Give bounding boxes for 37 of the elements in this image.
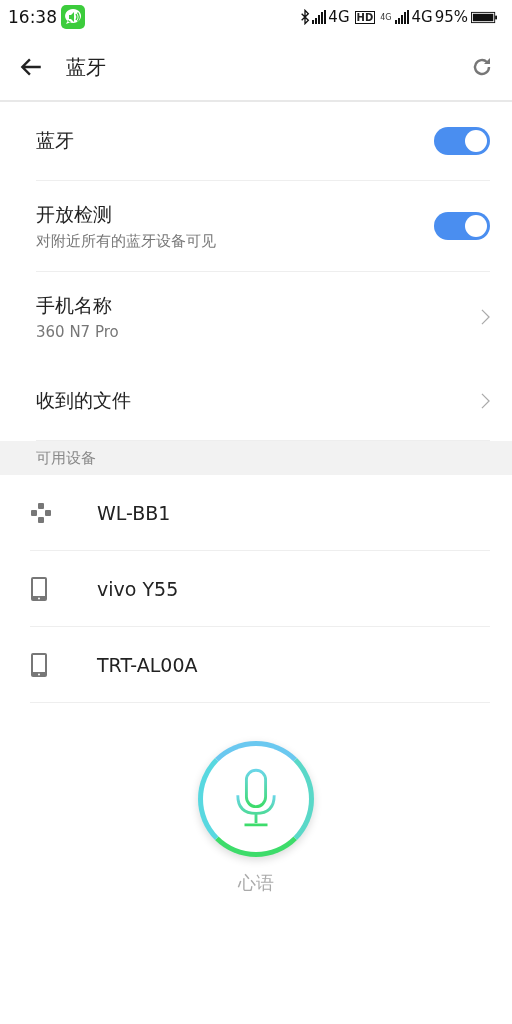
device-row[interactable]: TRT-AL00A [30,627,490,703]
voice-assistant-button[interactable] [198,741,314,857]
network-text: 4G [380,13,392,22]
device-name: WL-BB1 [97,501,171,524]
section-header: 可用设备 [36,448,96,468]
setting-label: 开放检测 [36,201,113,227]
toggle-switch[interactable] [434,212,490,240]
device-row[interactable]: WL-BB1 [30,475,490,551]
setting-description: 360 N7 Pro [36,323,119,341]
settings-row[interactable]: 手机名称 360 N7 Pro [36,272,490,362]
hd-badge: HD [354,10,376,24]
chevron-right-icon [481,309,490,325]
chevron-right-icon [481,393,490,409]
signal-icon [312,10,327,24]
time-text: 16:38 [8,7,57,27]
battery-text: 95% [434,8,468,26]
page-title: 蓝牙 [66,53,107,81]
toggle-switch[interactable] [434,127,490,155]
phone-icon [30,651,48,678]
phone-icon [30,575,48,602]
voice-assistant-label: 心语 [238,871,274,895]
setting-label: 蓝牙 [36,128,74,153]
signal-icon [395,10,410,24]
device-row[interactable]: vivo Y55 [30,551,490,627]
network-text: 4G [328,8,350,26]
battery-icon [470,10,498,24]
bluetooth-icon [300,9,311,25]
setting-label: 收到的文件 [36,388,131,413]
network-text: 4G [411,8,433,26]
device-name: vivo Y55 [97,577,179,600]
setting-label: 手机名称 [36,293,113,318]
speaker-chat-icon [61,5,85,29]
device-name: TRT-AL00A [97,653,198,676]
settings-row[interactable]: 开放检测 对附近所有的蓝牙设备可见 [36,181,490,272]
settings-row[interactable]: 蓝牙 [36,102,490,181]
setting-description: 对附近所有的蓝牙设备可见 [36,231,216,251]
gamepad-icon [30,501,52,524]
